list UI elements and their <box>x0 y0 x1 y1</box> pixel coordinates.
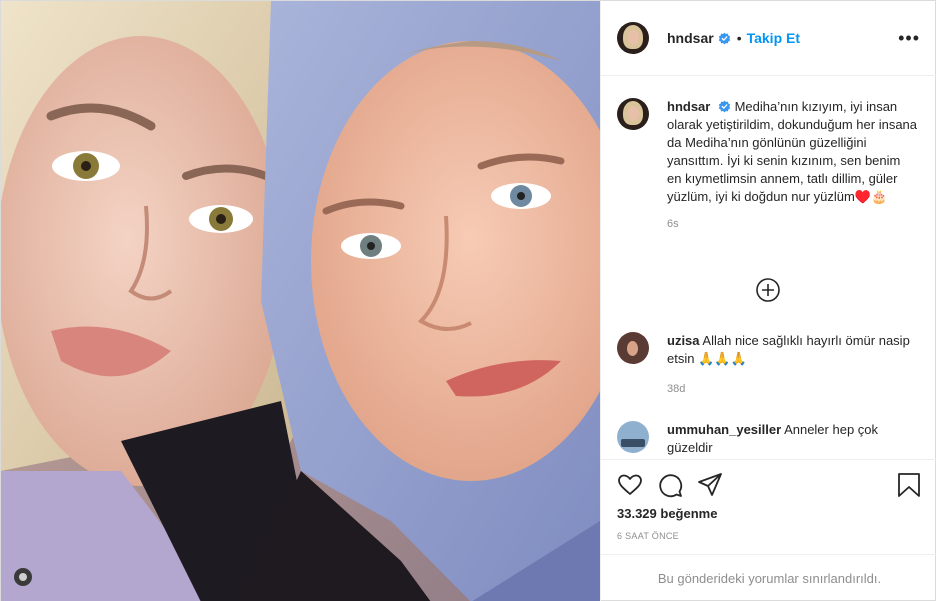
post-side-panel: hndsar • Takip Et ••• hndsar Mediha’nın … <box>600 1 936 601</box>
post-actions: 33.329 beğenme 6 SAAT ÖNCE <box>601 459 936 554</box>
verified-badge-icon <box>718 100 731 113</box>
caption-avatar[interactable] <box>617 98 649 130</box>
comment-time[interactable]: 38d <box>667 383 685 395</box>
comments-list[interactable]: hndsar Mediha’nın kızıyım, iyi insan ola… <box>601 76 936 459</box>
comment-text-block: ummuhan_yesiller Anneler hep çok güzeldi… <box>667 421 917 457</box>
post-caption: hndsar Mediha’nın kızıyım, iyi insan ola… <box>617 98 922 206</box>
post-photo[interactable] <box>1 1 600 601</box>
comment-username[interactable]: ummuhan_yesiller <box>667 422 781 437</box>
action-icons <box>617 472 737 498</box>
heart-icon[interactable] <box>617 472 643 498</box>
commenter-avatar[interactable] <box>617 421 649 453</box>
comment-icon[interactable] <box>657 472 683 498</box>
caption-text-block: hndsar Mediha’nın kızıyım, iyi insan ola… <box>667 98 917 206</box>
bookmark-icon[interactable] <box>896 472 922 498</box>
comment-text-block: uzisa Allah nice sağlıklı hayırlı ömür n… <box>667 332 917 368</box>
comments-limited-notice: Bu gönderideki yorumlar sınırlandırıldı. <box>601 554 936 601</box>
photo-illustration <box>1 1 600 601</box>
verified-badge-icon <box>718 32 730 44</box>
comment-text: Allah nice sağlıklı hayırlı ömür nasip e… <box>667 333 910 366</box>
header-separator: • <box>736 30 742 46</box>
caption-username[interactable]: hndsar <box>667 99 710 114</box>
follow-button[interactable]: Takip Et <box>747 30 800 46</box>
send-icon[interactable] <box>697 472 723 498</box>
comment-username[interactable]: uzisa <box>667 333 700 348</box>
post-dialog: hndsar • Takip Et ••• hndsar Mediha’nın … <box>0 0 936 601</box>
caption-time[interactable]: 6s <box>667 218 922 230</box>
commenter-avatar[interactable] <box>617 332 649 364</box>
caption-text: Mediha’nın kızıyım, iyi insan olarak yet… <box>667 99 918 204</box>
likes-count[interactable]: 33.329 beğenme <box>617 506 717 521</box>
author-username[interactable]: hndsar <box>667 30 714 46</box>
author-avatar[interactable] <box>617 22 649 54</box>
post-header: hndsar • Takip Et ••• <box>601 1 936 76</box>
comment-item: uzisa Allah nice sağlıklı hayırlı ömür n… <box>617 332 927 368</box>
comment-item: ummuhan_yesiller Anneler hep çok güzeldi… <box>617 421 927 457</box>
plus-circle-icon[interactable] <box>755 277 781 303</box>
posted-time[interactable]: 6 SAAT ÖNCE <box>617 531 679 541</box>
more-horizontal-icon[interactable]: ••• <box>898 29 920 47</box>
